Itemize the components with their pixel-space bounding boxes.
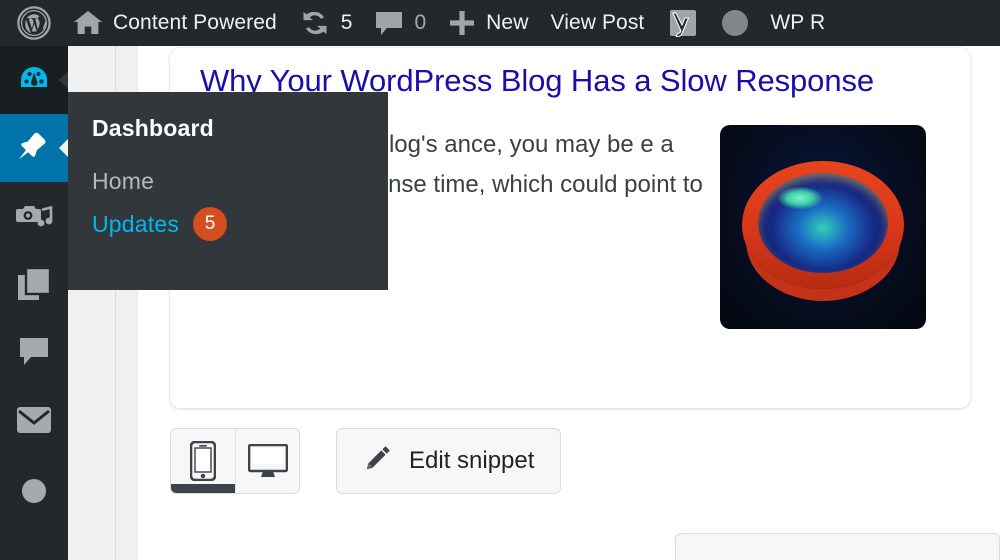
mobile-preview-button[interactable] bbox=[171, 429, 235, 493]
sidebar-item-appearance[interactable] bbox=[0, 454, 68, 522]
pages-stack-icon bbox=[17, 267, 51, 301]
flyout-arrow-posts bbox=[59, 139, 68, 157]
edit-snippet-label: Edit snippet bbox=[409, 447, 535, 474]
site-name-label: Content Powered bbox=[113, 11, 277, 34]
updates-badge: 5 bbox=[193, 207, 228, 241]
snippet-toolbar: Edit snippet bbox=[170, 428, 562, 494]
avatar bbox=[722, 10, 749, 36]
comments-count: 0 bbox=[414, 11, 427, 34]
comment-bubble-icon bbox=[17, 335, 51, 369]
flyout-arrow-dashboard bbox=[59, 71, 68, 89]
wp-logo-button[interactable] bbox=[6, 0, 62, 46]
home-icon bbox=[73, 9, 103, 37]
wordpress-logo-icon bbox=[17, 6, 51, 40]
sidebar-item-posts[interactable] bbox=[0, 114, 68, 182]
view-post-label: View Post bbox=[550, 11, 645, 34]
flyout-title: Dashboard bbox=[92, 115, 214, 141]
dashboard-flyout-menu: Dashboard Home Updates 5 bbox=[68, 92, 388, 290]
admin-sidebar-menu bbox=[0, 46, 68, 560]
sidebar-item-pages[interactable] bbox=[0, 250, 68, 318]
flyout-item-updates[interactable]: Updates 5 bbox=[68, 201, 388, 247]
appearance-icon bbox=[17, 471, 51, 505]
updates-sync-icon bbox=[299, 9, 331, 37]
yoast-seo-button[interactable] bbox=[655, 0, 711, 46]
edit-snippet-button[interactable]: Edit snippet bbox=[336, 428, 562, 494]
sidebar-item-media[interactable] bbox=[0, 182, 68, 250]
pin-icon bbox=[15, 129, 53, 167]
site-name-button[interactable]: Content Powered bbox=[62, 0, 288, 46]
desktop-preview-button[interactable] bbox=[235, 429, 299, 493]
media-camera-music-icon bbox=[15, 198, 53, 234]
flyout-spacer bbox=[68, 146, 388, 162]
plus-icon bbox=[448, 9, 476, 37]
flyout-item-home-label: Home bbox=[92, 168, 155, 194]
dashboard-gauge-icon bbox=[15, 61, 53, 99]
wordpress-admin-screen: Why Your WordPress Blog Has a Slow Respo… bbox=[0, 0, 1000, 560]
device-preview-toggle[interactable] bbox=[170, 428, 300, 494]
new-content-label: New bbox=[486, 11, 529, 34]
yoast-seo-icon bbox=[666, 6, 700, 40]
account-avatar-button[interactable] bbox=[711, 0, 759, 46]
lower-panel-box[interactable] bbox=[675, 533, 1000, 560]
mail-envelope-icon bbox=[16, 406, 52, 434]
howdy-label: WP R bbox=[770, 11, 826, 34]
howdy-label-button[interactable]: WP R bbox=[759, 0, 836, 46]
new-content-button[interactable]: New bbox=[437, 0, 539, 46]
pencil-icon bbox=[363, 443, 393, 480]
sidebar-item-dashboard[interactable] bbox=[0, 46, 68, 114]
view-post-button[interactable]: View Post bbox=[539, 0, 655, 46]
sidebar-item-feedback[interactable] bbox=[0, 386, 68, 454]
thumbnail-ring-shape bbox=[742, 161, 904, 290]
flyout-item-home[interactable]: Home bbox=[68, 162, 388, 201]
comments-button[interactable]: 0 bbox=[363, 0, 437, 46]
updates-count: 5 bbox=[340, 11, 353, 34]
flyout-item-updates-label: Updates bbox=[92, 210, 180, 237]
updates-button[interactable]: 5 bbox=[288, 0, 364, 46]
admin-bar: Content Powered 5 0 New View Post WP R bbox=[0, 0, 1000, 46]
snippet-thumbnail-image bbox=[720, 125, 926, 330]
comment-bubble-icon bbox=[374, 9, 404, 37]
sidebar-item-comments[interactable] bbox=[0, 318, 68, 386]
